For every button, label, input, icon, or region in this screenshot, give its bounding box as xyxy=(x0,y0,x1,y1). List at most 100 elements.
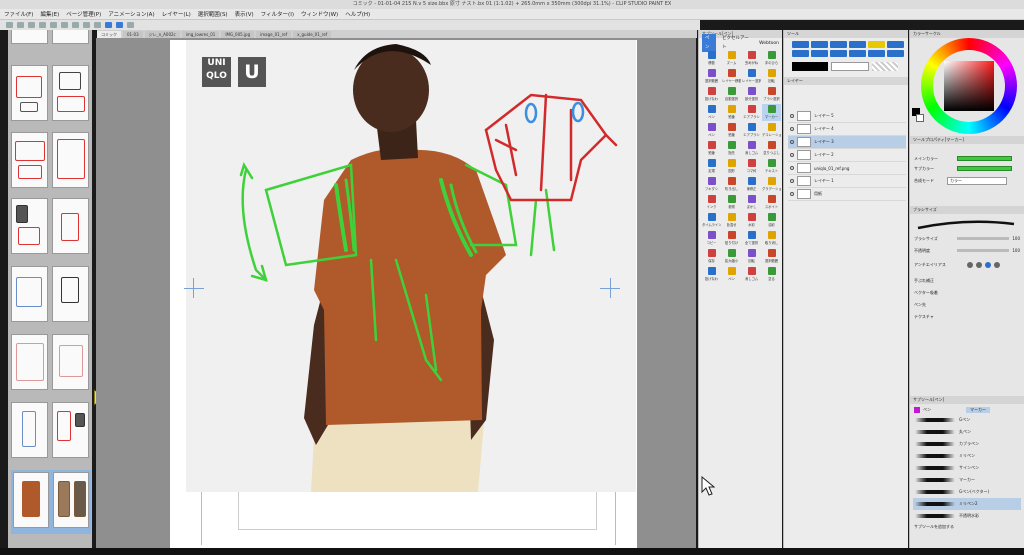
tool-button[interactable]: 保存 xyxy=(702,248,721,265)
tool-icon[interactable] xyxy=(887,41,904,48)
tool-button[interactable]: 塗る xyxy=(762,266,781,283)
page-thumb[interactable]: 23 xyxy=(11,402,48,458)
brush-item[interactable]: ミリペン2 xyxy=(913,498,1021,510)
page-thumb[interactable]: 25 xyxy=(13,472,49,528)
add-subtool-button[interactable]: サブツールを追加する xyxy=(914,522,1020,531)
setting-row[interactable]: テクスチャ xyxy=(914,312,1020,321)
new-icon[interactable] xyxy=(6,22,13,28)
tool-button[interactable]: マーカー xyxy=(762,104,781,121)
tool-button[interactable]: インク xyxy=(702,194,721,211)
tool-button[interactable]: 全て選択 xyxy=(742,230,761,247)
blend-mode-select[interactable]: カラー xyxy=(947,176,1007,185)
tool-button[interactable]: 鉛筆 xyxy=(722,104,741,121)
tool-button[interactable]: テキスト xyxy=(762,158,781,175)
layer-row[interactable]: uniqlo_01_ref.png xyxy=(788,162,906,175)
tool-button[interactable]: 消しゴム xyxy=(742,266,761,283)
page-thumb[interactable]: 17 xyxy=(11,198,48,254)
page-thumb[interactable]: 11 xyxy=(11,30,48,44)
tab-file-6[interactable]: x_guide_01_ref xyxy=(293,30,332,38)
brush-item[interactable]: Gペン xyxy=(913,414,1021,426)
tab-page[interactable]: 01-03 xyxy=(123,30,143,38)
open-icon[interactable] xyxy=(17,22,24,28)
tool-button[interactable]: ブラシ選択 xyxy=(762,86,781,103)
tab-file-5[interactable]: image_01_ref xyxy=(256,30,292,38)
page-thumb[interactable]: 13 xyxy=(11,65,48,121)
tab-file-2[interactable]: ジレ_n_A002c xyxy=(144,30,180,38)
layer-row[interactable]: 用紙 xyxy=(788,188,906,201)
eye-icon[interactable] xyxy=(790,114,794,118)
tool-button[interactable]: フキダシ xyxy=(702,176,721,193)
tab-file-3[interactable]: img_lowres_01 xyxy=(181,30,220,38)
menu-view[interactable]: 表示(V) xyxy=(235,10,254,18)
tool-button[interactable]: エアブラシ xyxy=(742,104,761,121)
page-thumb[interactable]: 22 xyxy=(52,402,89,458)
tool-button[interactable]: ズーム xyxy=(722,50,741,67)
tool-button[interactable]: ペン xyxy=(722,266,741,283)
tool-button[interactable]: 自動選択 xyxy=(722,86,741,103)
menu-select[interactable]: 選択範囲(S) xyxy=(198,10,228,18)
tool-button[interactable]: 虫めがね xyxy=(742,50,761,67)
tool-icon[interactable] xyxy=(830,50,847,57)
tab-webtoon[interactable]: Webtoon xyxy=(756,39,782,48)
aa-dot[interactable] xyxy=(967,261,973,268)
tool-button[interactable]: 図形 xyxy=(722,158,741,175)
brush-size-slider[interactable] xyxy=(957,237,1010,240)
tool-button[interactable]: レイヤー選択 xyxy=(742,68,761,85)
sub-color-swatch[interactable] xyxy=(831,62,869,71)
tool-icon[interactable] xyxy=(868,41,885,48)
tool-button[interactable]: 水彩 xyxy=(742,212,761,229)
tool-button[interactable]: レイヤー移動 xyxy=(722,68,741,85)
tool-button[interactable]: エアブラシ xyxy=(742,122,761,139)
tool-button[interactable]: 定規 xyxy=(702,158,721,175)
tool-button[interactable]: 取り消し xyxy=(762,230,781,247)
layer-row[interactable]: レイヤー 1 xyxy=(788,175,906,188)
page-thumb[interactable]: 16 xyxy=(52,198,89,254)
sub-color-chip[interactable] xyxy=(916,114,924,122)
tool-icon[interactable] xyxy=(830,41,847,48)
page-thumb[interactable]: 14 xyxy=(52,132,89,188)
opacity-slider[interactable] xyxy=(957,249,1010,252)
tool-button[interactable]: 移動 xyxy=(702,50,721,67)
brush-size-row[interactable]: ブラシサイズ 100 xyxy=(914,234,1020,243)
save-icon[interactable] xyxy=(28,22,35,28)
brush-item[interactable]: 不透明水彩 xyxy=(913,510,1021,522)
layer-row[interactable]: レイヤー 3 xyxy=(788,136,906,149)
tool-button[interactable]: 貼り付け xyxy=(722,230,741,247)
tool-button[interactable]: コピー xyxy=(702,230,721,247)
subtool-tab-marker[interactable]: マーカー xyxy=(966,406,990,413)
tool-icon[interactable] xyxy=(849,50,866,57)
setting-row[interactable]: 手ぶれ補正 xyxy=(914,276,1020,285)
transparent-swatch[interactable] xyxy=(872,62,898,71)
tool-button[interactable]: 消しゴム xyxy=(742,140,761,157)
tool-button[interactable]: 線修正 xyxy=(742,176,761,193)
clear-icon[interactable] xyxy=(61,22,68,28)
brush-item[interactable]: カブラペン xyxy=(913,438,1021,450)
eye-icon[interactable] xyxy=(790,127,794,131)
redo-icon[interactable] xyxy=(50,22,57,28)
eye-icon[interactable] xyxy=(790,179,794,183)
page-thumb[interactable]: 24 xyxy=(53,472,89,528)
brush-item[interactable]: ミリペン xyxy=(913,450,1021,462)
brush-item[interactable]: サインペン xyxy=(913,462,1021,474)
tool-button[interactable]: 部分選択 xyxy=(742,86,761,103)
eye-icon[interactable] xyxy=(790,153,794,157)
tool-button[interactable]: 拡大縮小 xyxy=(722,248,741,265)
tool-button[interactable]: 投げなわ xyxy=(702,86,721,103)
tool-button[interactable]: 手のひら xyxy=(762,50,781,67)
tool-icon[interactable] xyxy=(811,41,828,48)
aa-dot[interactable] xyxy=(976,261,982,268)
transform-icon[interactable] xyxy=(72,22,79,28)
tool-button[interactable]: 回転 xyxy=(742,248,761,265)
tool-button[interactable]: コマ枠 xyxy=(742,158,761,175)
tab-comic[interactable]: コミック xyxy=(97,30,121,38)
page-thumb[interactable]: 21 xyxy=(11,334,48,390)
tool-button[interactable]: 投げなわ xyxy=(702,266,721,283)
menu-filter[interactable]: フィルター(I) xyxy=(261,10,294,18)
eye-icon[interactable] xyxy=(790,192,794,196)
main-color-row[interactable]: メインカラー xyxy=(914,154,1020,163)
undo-icon[interactable] xyxy=(39,22,46,28)
layer-row[interactable]: レイヤー 4 xyxy=(788,123,906,136)
deselect-icon[interactable] xyxy=(83,22,90,28)
tab-file-4[interactable]: IMG_005.jpg xyxy=(221,30,255,38)
invert-icon[interactable] xyxy=(94,22,101,28)
